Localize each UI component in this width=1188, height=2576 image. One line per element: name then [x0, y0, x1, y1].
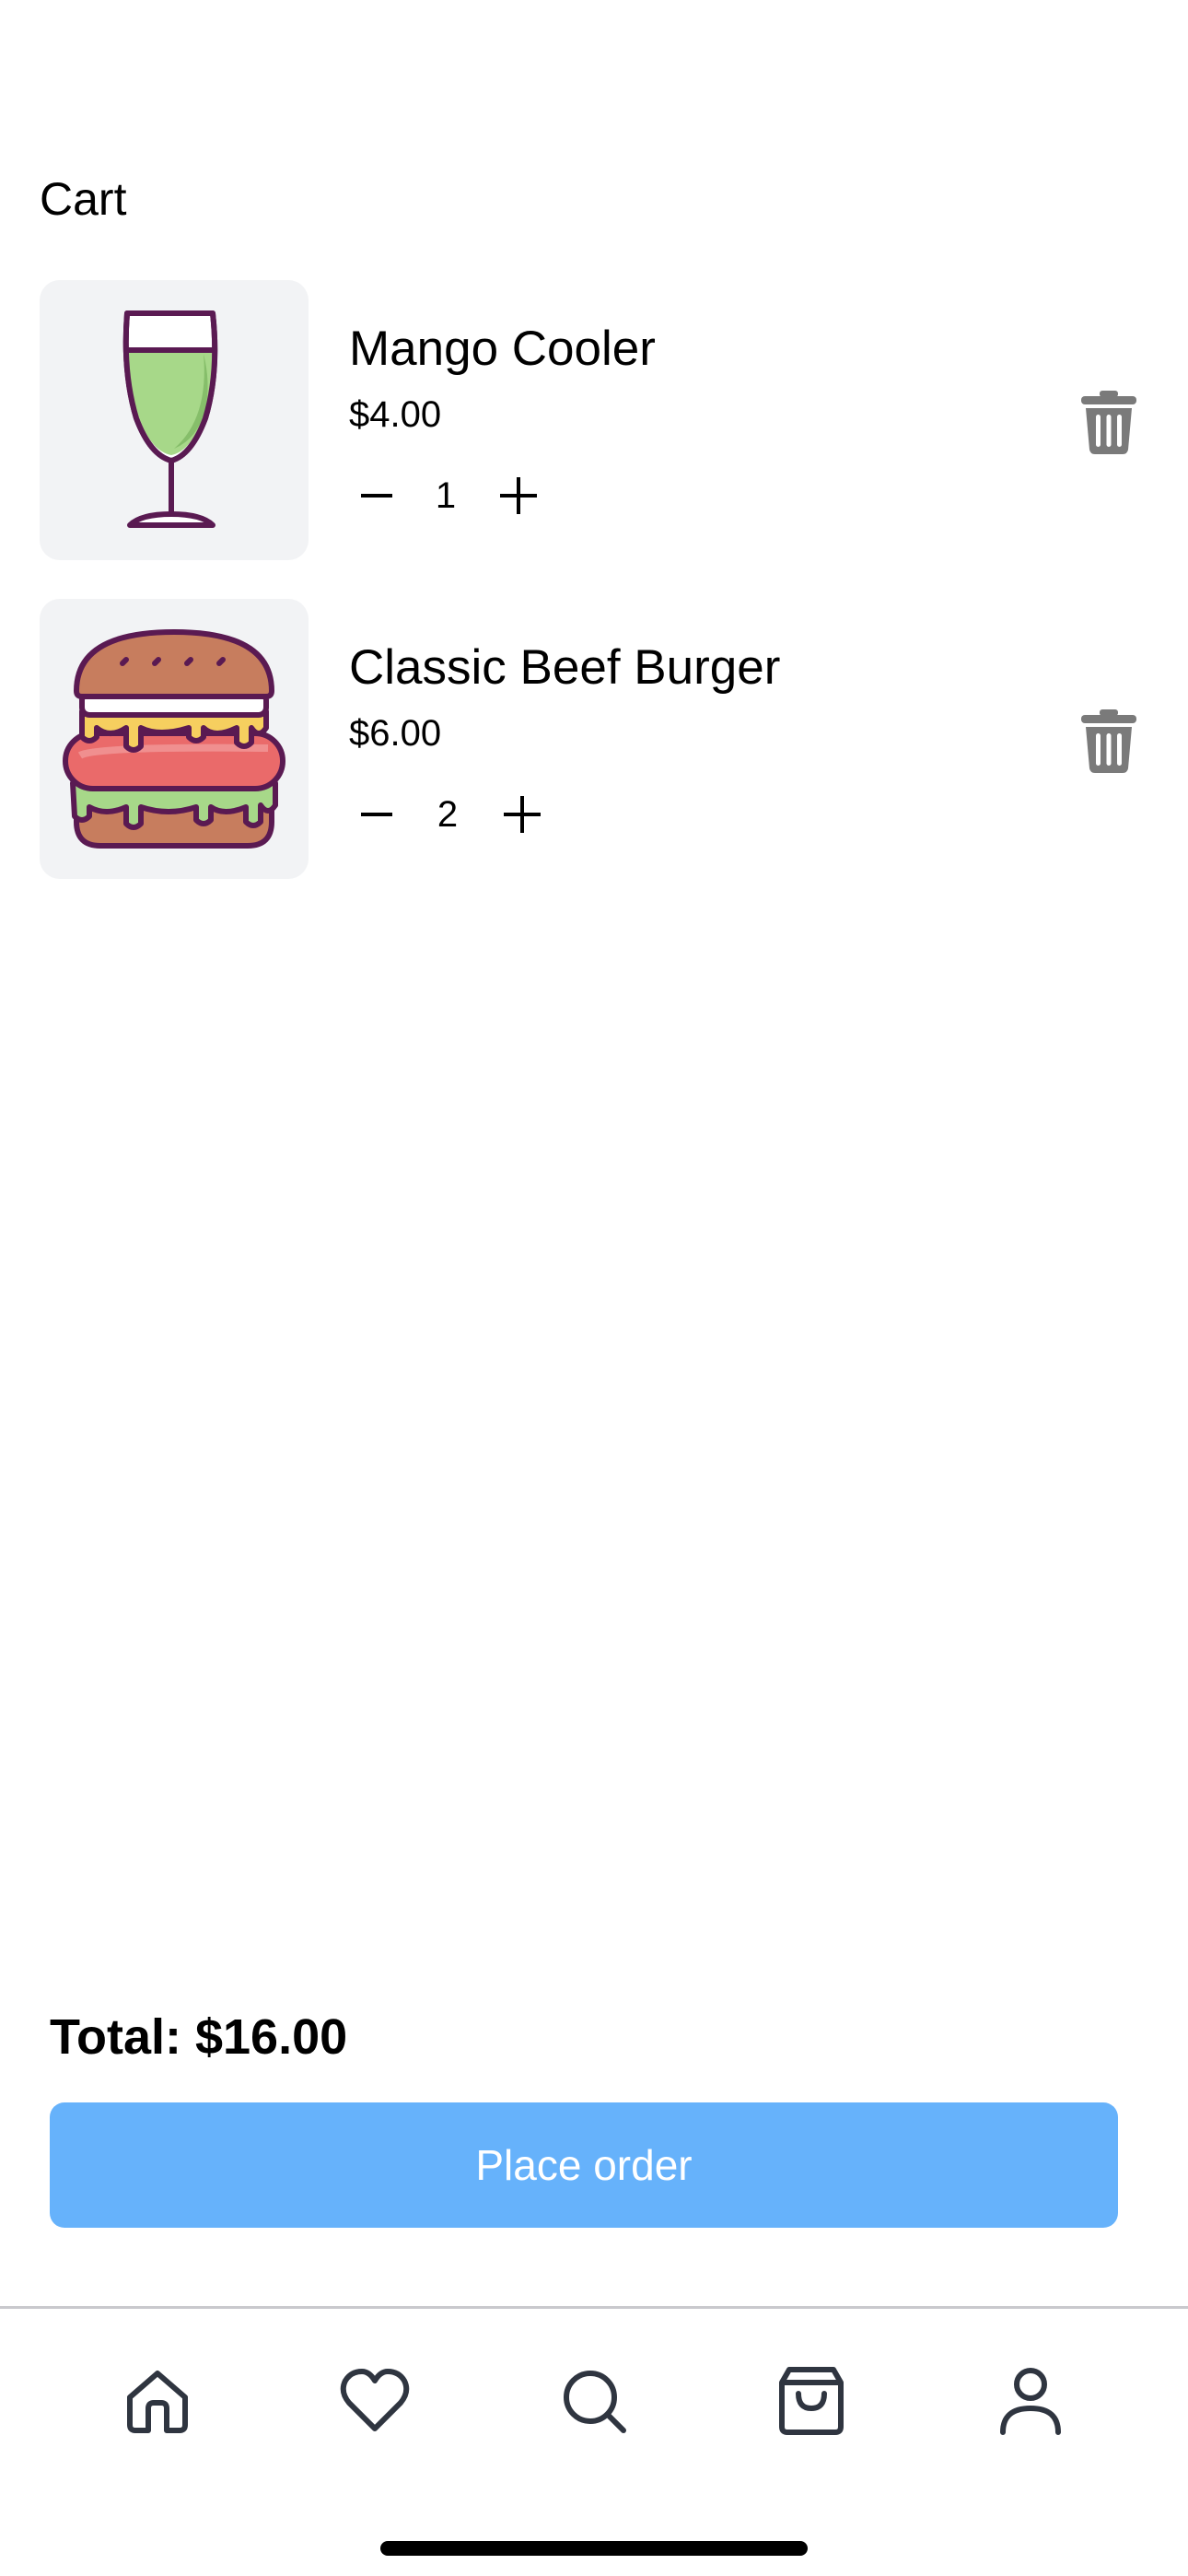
remove-item-button[interactable]: [1077, 708, 1140, 774]
item-thumbnail[interactable]: [40, 280, 309, 560]
minus-icon: [361, 494, 392, 498]
plus-icon: [500, 477, 537, 514]
user-icon: [1000, 2368, 1061, 2435]
remove-item-button[interactable]: [1077, 389, 1140, 455]
page-title: Cart: [40, 173, 127, 225]
tab-favorites[interactable]: [329, 2355, 421, 2447]
quantity-stepper: 2: [349, 787, 570, 842]
trash-icon: [1081, 391, 1136, 454]
plus-icon: [504, 796, 541, 833]
increase-quantity-button[interactable]: [495, 787, 550, 842]
shopping-bag-icon: [779, 2367, 844, 2435]
place-order-button[interactable]: Place order: [50, 2102, 1118, 2228]
burger-icon: [63, 629, 285, 849]
cart-item: Classic Beef Burger $6.00 2: [0, 599, 1188, 879]
home-icon: [127, 2371, 188, 2433]
quantity-stepper: 1: [349, 468, 570, 523]
item-name: Mango Cooler: [349, 322, 656, 376]
quantity-value: 1: [435, 475, 457, 516]
tab-cart[interactable]: [765, 2355, 857, 2447]
tab-search[interactable]: [548, 2355, 640, 2447]
item-price: $6.00: [349, 713, 442, 754]
wine-glass-icon: [122, 310, 218, 528]
trash-icon: [1081, 709, 1136, 773]
increase-quantity-button[interactable]: [491, 468, 546, 523]
item-thumbnail[interactable]: [40, 599, 309, 879]
minus-icon: [361, 813, 392, 816]
search-icon: [564, 2371, 626, 2433]
bottom-tab-bar: [0, 2309, 1188, 2576]
quantity-value: 2: [437, 794, 459, 835]
item-name: Classic Beef Burger: [349, 640, 781, 695]
decrease-quantity-button[interactable]: [349, 787, 404, 842]
cart-item: Mango Cooler $4.00 1: [0, 280, 1188, 560]
heart-icon: [340, 2369, 410, 2431]
tab-home[interactable]: [111, 2355, 204, 2447]
home-indicator[interactable]: [380, 2541, 808, 2556]
decrease-quantity-button[interactable]: [349, 468, 404, 523]
tab-profile[interactable]: [984, 2355, 1077, 2447]
item-price: $4.00: [349, 394, 442, 435]
order-total: Total: $16.00: [50, 2009, 348, 2065]
